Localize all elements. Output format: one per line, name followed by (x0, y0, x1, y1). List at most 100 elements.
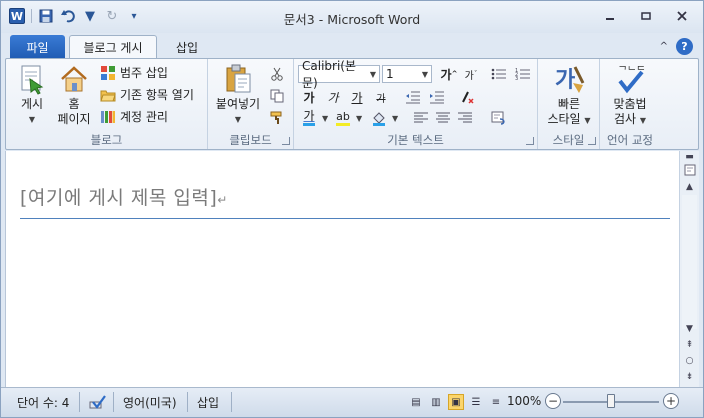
status-separator (113, 392, 114, 412)
publish-button[interactable]: 게시 ▼ (12, 63, 52, 127)
shrink-font-label: 가 (464, 70, 474, 82)
paste-icon (226, 64, 251, 93)
tab-insert[interactable]: 삽입 (165, 35, 209, 59)
spelling-button[interactable]: ᄀᄂᄃ 맞춤법 검사 ▼ (602, 63, 658, 128)
folder-open-icon (100, 90, 116, 101)
quick-styles-button[interactable]: 가 빠른 스타일 ▼ (542, 63, 596, 128)
align-right-icon[interactable] (456, 109, 474, 127)
word-count[interactable]: 단어 수: 4 (17, 394, 69, 411)
publish-dropdown-icon: ▼ (28, 115, 36, 124)
paste-button[interactable]: 붙여넣기 ▼ (212, 63, 264, 127)
group-blog-label: 블로그 (90, 133, 123, 147)
manage-accounts-button[interactable]: 계정 관리 (100, 108, 168, 125)
zoom-slider-thumb[interactable] (607, 394, 615, 408)
open-existing-label: 기존 항목 열기 (120, 88, 194, 102)
copy-icon[interactable] (268, 87, 286, 105)
align-left-icon[interactable] (412, 109, 430, 127)
scroll-up-icon[interactable]: ▲ (680, 181, 699, 193)
clear-formatting-icon[interactable] (458, 88, 476, 106)
manage-accounts-label: 계정 관리 (120, 110, 168, 124)
align-center-icon[interactable] (434, 109, 452, 127)
scroll-track[interactable] (682, 195, 697, 329)
font-size-value: 1 (386, 67, 394, 81)
paragraph-mark-icon: ↵ (217, 193, 228, 207)
paste-label: 붙여넣기 (215, 97, 261, 111)
decrease-indent-icon[interactable] (404, 88, 422, 106)
tab-blog-post[interactable]: 블로그 게시 (69, 35, 157, 59)
minimize-icon[interactable] (595, 7, 625, 25)
title-underline (20, 218, 670, 219)
font-name-combo[interactable]: Calibri(본문) ▼ (298, 59, 380, 90)
numbering-icon[interactable]: 123 (514, 65, 532, 83)
proofing-status-icon[interactable] (89, 394, 107, 410)
browse-object-icon[interactable]: ○ (680, 355, 699, 367)
ruler-toggle-icon[interactable] (680, 163, 699, 177)
text-effects-button[interactable] (370, 109, 388, 127)
group-clipboard: 붙여넣기 ▼ 클립보드 (208, 59, 294, 149)
outline-view-icon[interactable]: ☰ (468, 394, 484, 410)
format-painter-icon[interactable] (268, 109, 286, 127)
text-effects-dropdown-icon[interactable]: ▼ (392, 114, 398, 123)
font-color-button[interactable]: 가 (300, 109, 318, 127)
group-blog: 게시 ▼ 홈 페이지 범주 삽입 기존 항목 열기 계정 관리 블로그 (6, 59, 208, 149)
increase-indent-icon[interactable] (428, 88, 446, 106)
font-size-combo[interactable]: 1 ▼ (382, 65, 432, 83)
restore-icon[interactable] (631, 7, 661, 25)
bold-button[interactable]: 가 (300, 88, 318, 106)
view-buttons: ▤ ▥ ▣ ☰ ≡ (408, 394, 504, 410)
next-page-icon[interactable]: ⇟ (680, 371, 699, 383)
spelling-check-icon: ᄀᄂᄃ (618, 65, 646, 94)
font-size-dropdown-icon[interactable]: ▼ (422, 70, 428, 79)
cut-icon[interactable] (268, 65, 286, 83)
tab-file[interactable]: 파일 (10, 35, 65, 59)
minimize-ribbon-icon[interactable]: ^ (660, 41, 668, 52)
web-layout-view-icon[interactable]: ▣ (448, 394, 464, 410)
publish-label: 게시 (20, 97, 44, 111)
ribbon-tabs: 파일 블로그 게시 삽입 ^ ? (1, 33, 703, 59)
highlight-button[interactable]: ab (334, 109, 352, 127)
scroll-down-icon[interactable]: ▼ (680, 323, 699, 335)
print-layout-view-icon[interactable]: ▤ (408, 394, 424, 410)
full-screen-view-icon[interactable]: ▥ (428, 394, 444, 410)
draft-view-icon[interactable]: ≡ (488, 394, 504, 410)
zoom-in-icon[interactable]: + (663, 393, 679, 409)
shrink-font-button[interactable]: 가ˇ (462, 65, 480, 83)
spelling-label-2: 검사 ▼ (613, 112, 647, 126)
clipboard-launcher-icon[interactable] (282, 137, 290, 145)
underline-button[interactable]: 가 (348, 88, 366, 106)
strikethrough-button[interactable]: 가 (372, 88, 390, 106)
bullets-icon[interactable] (490, 65, 508, 83)
post-title-placeholder: [여기에 게시 제목 입력] (20, 187, 218, 209)
home-label-2: 페이지 (57, 112, 91, 126)
home-icon (61, 66, 87, 92)
close-icon[interactable] (667, 7, 697, 25)
vertical-scrollbar[interactable]: ▬ ▲ ▼ ⇞ ○ ⇟ (679, 151, 699, 387)
home-label-1: 홈 (68, 97, 80, 111)
font-color-dropdown-icon[interactable]: ▼ (322, 114, 328, 123)
paste-dropdown-icon: ▼ (234, 115, 242, 124)
insert-category-button[interactable]: 범주 삽입 (100, 64, 168, 81)
zoom-level[interactable]: 100% (507, 394, 541, 408)
window-controls (595, 7, 697, 25)
status-separator (187, 392, 188, 412)
italic-button[interactable]: 가 (324, 88, 342, 106)
highlight-dropdown-icon[interactable]: ▼ (356, 114, 362, 123)
post-title-field[interactable]: [여기에 게시 제목 입력]↵ (20, 183, 228, 210)
split-handle-icon[interactable]: ▬ (680, 152, 699, 162)
basic-text-launcher-icon[interactable] (526, 137, 534, 145)
zoom-out-icon[interactable]: − (545, 393, 561, 409)
help-icon[interactable]: ? (676, 38, 693, 55)
document-area[interactable]: [여기에 게시 제목 입력]↵ (5, 151, 679, 387)
home-page-button[interactable]: 홈 페이지 (54, 63, 94, 127)
insert-link-icon[interactable] (490, 109, 508, 127)
insert-mode-status[interactable]: 삽입 (197, 394, 219, 411)
highlight-icon: ab (336, 110, 350, 126)
font-name-dropdown-icon[interactable]: ▼ (370, 70, 376, 79)
previous-page-icon[interactable]: ⇞ (680, 339, 699, 351)
styles-launcher-icon[interactable] (588, 137, 596, 145)
language-status[interactable]: 영어(미국) (123, 394, 177, 411)
group-styles: 가 빠른 스타일 ▼ 스타일 (538, 59, 600, 149)
open-existing-button[interactable]: 기존 항목 열기 (100, 86, 194, 103)
insert-category-label: 범주 삽입 (120, 66, 168, 80)
grow-font-button[interactable]: 가 ^ (440, 65, 458, 83)
